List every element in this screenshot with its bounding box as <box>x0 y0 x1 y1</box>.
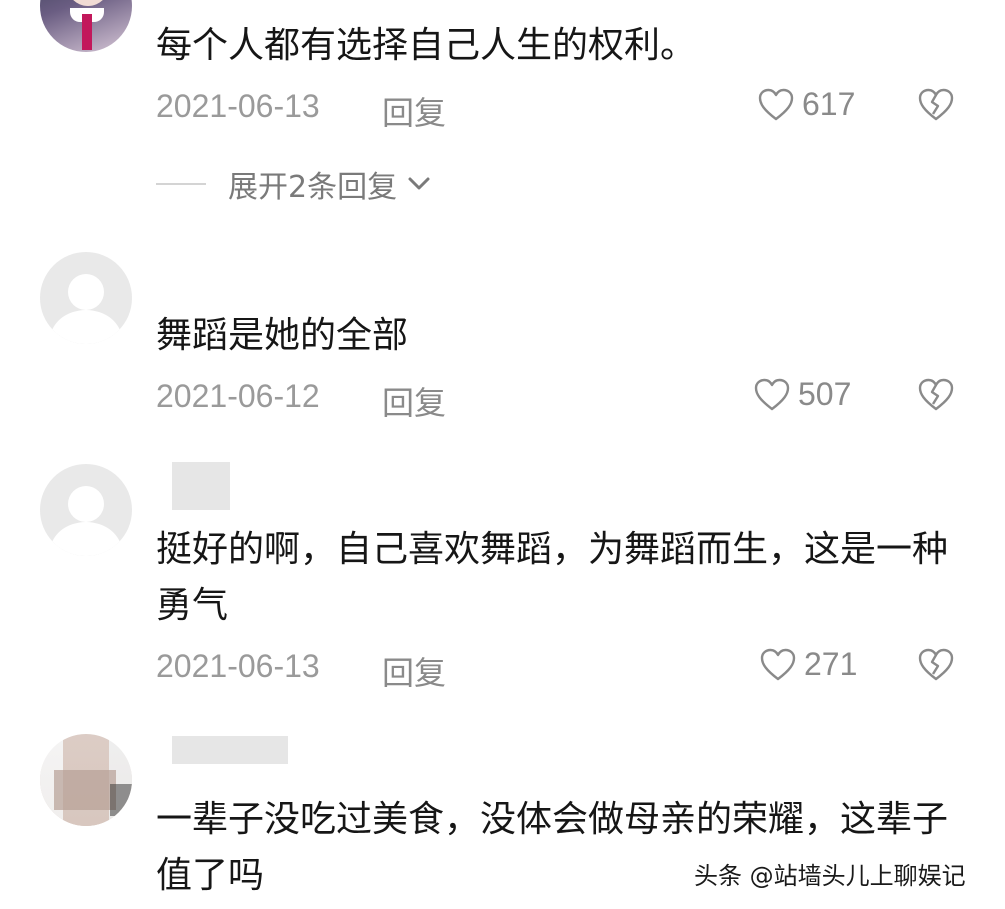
expand-replies-button[interactable]: 展开2条回复 <box>156 162 433 206</box>
avatar-body <box>50 522 122 556</box>
avatar-face <box>66 0 110 6</box>
reply-button[interactable]: 回复 <box>382 88 446 134</box>
comment-date: 2021-06-12 <box>156 378 320 414</box>
heart-outline-icon <box>754 378 790 410</box>
comment-text: 挺好的啊，自己喜欢舞蹈，为舞蹈而生，这是一种勇气 <box>156 529 949 626</box>
avatar[interactable] <box>40 252 132 344</box>
comment-item: 舞蹈是她的全部 2021-06-12 回复 507 <box>0 250 1005 440</box>
comment-text: 舞蹈是她的全部 <box>156 315 409 356</box>
avatar-body <box>50 310 122 344</box>
like-button[interactable]: 617 <box>758 86 855 123</box>
like-button[interactable]: 271 <box>760 646 857 683</box>
heart-outline-icon <box>760 648 796 680</box>
avatar[interactable] <box>40 734 132 826</box>
reply-button[interactable]: 回复 <box>382 648 446 694</box>
avatar-pixelated <box>54 770 116 810</box>
avatar[interactable] <box>40 0 132 52</box>
like-count: 617 <box>802 86 856 122</box>
username-redacted <box>172 736 288 764</box>
comment-text: 每个人都有选择自己人生的权利。 <box>156 25 697 66</box>
comment-item: 挺好的啊，自己喜欢舞蹈，为舞蹈而生，这是一种勇气 2021-06-13 回复 2… <box>0 456 1005 706</box>
username-redacted <box>172 462 230 510</box>
broken-heart-icon[interactable] <box>918 378 954 412</box>
comment-date: 2021-06-13 <box>156 88 320 124</box>
like-count: 271 <box>804 646 858 682</box>
chevron-down-icon <box>408 177 430 190</box>
reply-button[interactable]: 回复 <box>382 378 446 424</box>
comment-item: 每个人都有选择自己人生的权利。 2021-06-13 回复 617 展开2条回复 <box>0 0 1005 230</box>
like-button[interactable]: 507 <box>754 376 851 413</box>
divider-line <box>156 183 206 185</box>
heart-outline-icon <box>758 88 794 120</box>
avatar[interactable] <box>40 464 132 556</box>
broken-heart-icon[interactable] <box>918 648 954 682</box>
avatar-head <box>68 274 104 310</box>
like-count: 507 <box>798 376 852 412</box>
expand-replies-label: 展开2条回复 <box>228 170 398 205</box>
watermark: 头条 @站墙头儿上聊娱记 <box>694 862 966 890</box>
broken-heart-icon[interactable] <box>918 88 954 122</box>
comment-date: 2021-06-13 <box>156 648 320 684</box>
avatar-tie <box>82 14 92 50</box>
avatar-head <box>68 486 104 522</box>
avatar-pixelated <box>110 784 132 816</box>
